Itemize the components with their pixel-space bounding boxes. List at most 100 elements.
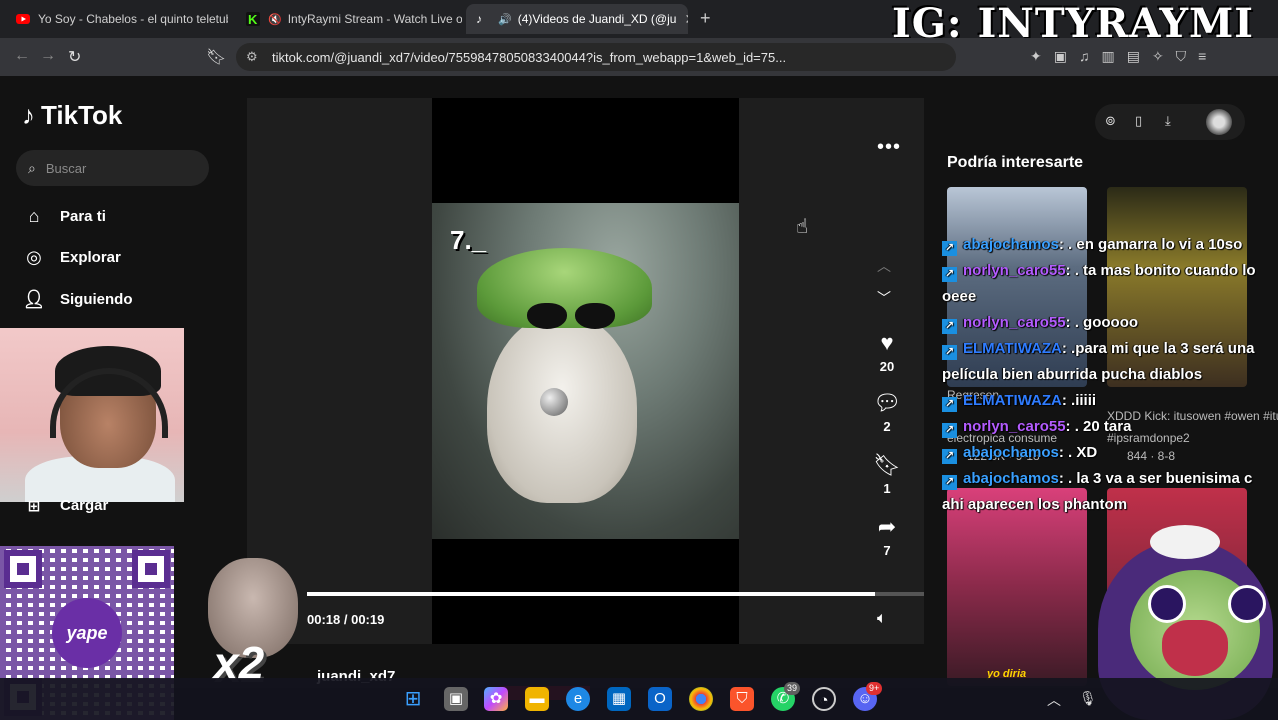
chat-text: : . 20 tara [1065, 418, 1132, 435]
site-settings-icon[interactable]: ⚙ [246, 49, 258, 65]
menu-icon[interactable]: ≡ [1198, 48, 1206, 65]
webcam-overlay [0, 328, 184, 502]
video-progress-bar[interactable] [307, 592, 924, 596]
wallet-icon[interactable]: ▤ [1127, 48, 1140, 65]
upload-icon: ⊞ [27, 498, 41, 515]
chat-message: ↗ norlyn_caro55: . ta mas bonito cuando l… [942, 258, 1278, 310]
edge-icon[interactable]: e [566, 687, 590, 711]
tab-kick[interactable]: K 🔇 IntyRaymi Stream - Watch Live on [236, 4, 462, 34]
search-placeholder: Buscar [45, 160, 87, 176]
chat-badge-icon: ↗ [942, 423, 957, 438]
logo-text: TikTok [41, 100, 123, 130]
chat-username: ELMATIWAZA [963, 340, 1062, 357]
nav-label: Para ti [60, 208, 106, 225]
phone-icon[interactable]: ▯ [1135, 113, 1142, 129]
nav-label: Cargar [60, 497, 109, 514]
following-icon: 👤︎ [22, 289, 46, 309]
search-input[interactable]: ⌕ Buscar [16, 150, 209, 186]
chevron-up-icon[interactable]: ︿ [877, 256, 891, 276]
chat-message: ↗ ELMATIWAZA: .para mi que la 3 será una … [942, 336, 1278, 388]
chat-text: : . en gamarra lo vi a 10so [1058, 236, 1243, 253]
back-icon[interactable]: ← [14, 47, 30, 65]
chat-username: ELMATIWAZA [963, 392, 1062, 409]
screenshot-icon[interactable]: ▣ [1054, 48, 1067, 65]
chrome-icon[interactable] [689, 687, 713, 711]
windows-taskbar: ⊞ ▣ ✿ ▬ e ▦ O ⛉ ✆ 39 ◔ ☺ 9+ ︿ 🎙︎ [0, 678, 1278, 720]
leo-icon[interactable]: ✧ [1152, 48, 1164, 65]
hand-cursor-icon: ☝ [796, 216, 809, 238]
puzzle-icon[interactable]: ✦ [1030, 48, 1042, 65]
share-button[interactable]: ➦ 7 [873, 514, 901, 558]
chat-badge-icon: ↗ [942, 267, 957, 282]
outlook-icon[interactable]: O [648, 687, 672, 711]
browser-tab-bar: Yo Soy - Chabelos - el quinto teletub K … [0, 0, 1278, 47]
copilot-icon[interactable]: ✿ [484, 687, 508, 711]
windows-start-icon[interactable]: ⊞ [401, 687, 425, 711]
task-view-icon[interactable]: ▣ [444, 687, 468, 711]
speaker-icon: 🔊 [498, 13, 512, 26]
screen: Yo Soy - Chabelos - el quinto teletub K … [0, 0, 1278, 720]
chat-badge-icon: ↗ [942, 397, 957, 412]
tab-tiktok[interactable]: ♪ 🔊 (4)Videos de Juandi_XD (@ju ✕ [466, 4, 688, 34]
chat-text: : .iiiii [1061, 392, 1097, 409]
volume-icon[interactable]: 🔈︎ [877, 610, 887, 628]
chat-username: norlyn_caro55 [963, 418, 1066, 435]
nav-siguiendo[interactable]: 👤︎ Siguiendo [22, 289, 133, 310]
more-options-icon[interactable]: ••• [877, 136, 901, 159]
chat-username: abajochamos [963, 444, 1059, 461]
bookmark-page-icon[interactable]: 🔖︎ [206, 47, 226, 67]
address-bar[interactable]: ⚙ tiktok.com/@juandi_xd7/video/755984780… [236, 43, 956, 71]
chat-username: norlyn_caro55 [963, 314, 1066, 331]
avatar[interactable] [1206, 109, 1232, 135]
like-button[interactable]: ♥ 20 [873, 330, 901, 374]
coin-icon[interactable]: ⊚ [1105, 113, 1116, 129]
tab-label: Yo Soy - Chabelos - el quinto teletub [38, 12, 228, 26]
chat-username: abajochamos [963, 236, 1059, 253]
mute-icon: 🔇 [268, 13, 282, 26]
suggestions-title: Podría interesarte [947, 154, 1084, 171]
chevron-down-icon[interactable]: ﹀ [877, 288, 891, 308]
stream-chat-overlay: ↗ abajochamos: . en gamarra lo vi a 10so ↗… [942, 232, 1278, 518]
store-icon[interactable]: ▦ [607, 687, 631, 711]
obs-icon[interactable]: ◔ [812, 687, 836, 711]
chat-message: ↗ abajochamos: . XD [942, 440, 1278, 466]
bookmark-button[interactable]: 🔖︎ 1 [873, 452, 901, 496]
compass-icon: ◎ [26, 247, 42, 267]
kick-icon: K [246, 12, 260, 27]
shield-icon[interactable]: ⛉ [1176, 48, 1187, 65]
sunglasses [527, 303, 617, 331]
discord-badge: 9+ [866, 682, 883, 695]
video-panel: 7._ ••• ︿ ﹀ ♥ 20 💬︎ 2 🔖︎ 1 ➦ 7 00:18 / 0… [247, 98, 924, 700]
chat-message: ↗ ELMATIWAZA: .iiiii [942, 388, 1278, 414]
nav-cargar[interactable]: ⊞ Cargar [22, 497, 109, 515]
forward-icon[interactable]: → [40, 47, 56, 65]
whatsapp-badge: 39 [784, 682, 801, 695]
sidebar-icon[interactable]: ▥ [1101, 48, 1114, 65]
tiktok-logo[interactable]: ♪ TikTok [22, 100, 122, 131]
chevron-up-tray-icon[interactable]: ︿ [1047, 690, 1061, 710]
chat-badge-icon: ↗ [942, 241, 957, 256]
comment-button[interactable]: 💬︎ 2 [873, 390, 901, 434]
browser-toolbar: ← → ↻ 🔖︎ ⚙ tiktok.com/@juandi_xd7/video/… [0, 38, 1278, 76]
new-tab-button[interactable]: + [700, 8, 711, 29]
close-tab-icon[interactable]: ✕ [676, 11, 688, 28]
nav-explorar[interactable]: ◎ Explorar [22, 247, 121, 268]
chat-badge-icon: ↗ [942, 345, 957, 360]
bookmark-count: 1 [883, 481, 891, 496]
reload-icon[interactable]: ↻ [68, 47, 81, 67]
brave-icon[interactable]: ⛉ [730, 687, 754, 711]
tab-label: IntyRaymi Stream - Watch Live on [287, 12, 462, 26]
microphone-icon[interactable]: 🎙︎ [1079, 690, 1097, 710]
like-count: 20 [879, 359, 895, 374]
file-explorer-icon[interactable]: ▬ [525, 687, 549, 711]
music-icon[interactable]: ♫ [1079, 48, 1090, 65]
video-time: 00:18 / 00:19 [307, 612, 385, 627]
nav-para-ti[interactable]: ⌂ Para ti [22, 206, 106, 227]
extension-icons: ✦ ▣ ♫ ▥ ▤ ✧ ⛉ ≡ [1030, 48, 1206, 65]
tab-youtube[interactable]: Yo Soy - Chabelos - el quinto teletub [6, 4, 228, 34]
download-icon[interactable]: ⤓ [1165, 113, 1171, 129]
comment-icon: 💬︎ [873, 390, 901, 415]
tiktok-note-icon: ♪ [22, 100, 35, 130]
video-player[interactable]: 7._ [432, 203, 739, 539]
bell [540, 388, 568, 416]
